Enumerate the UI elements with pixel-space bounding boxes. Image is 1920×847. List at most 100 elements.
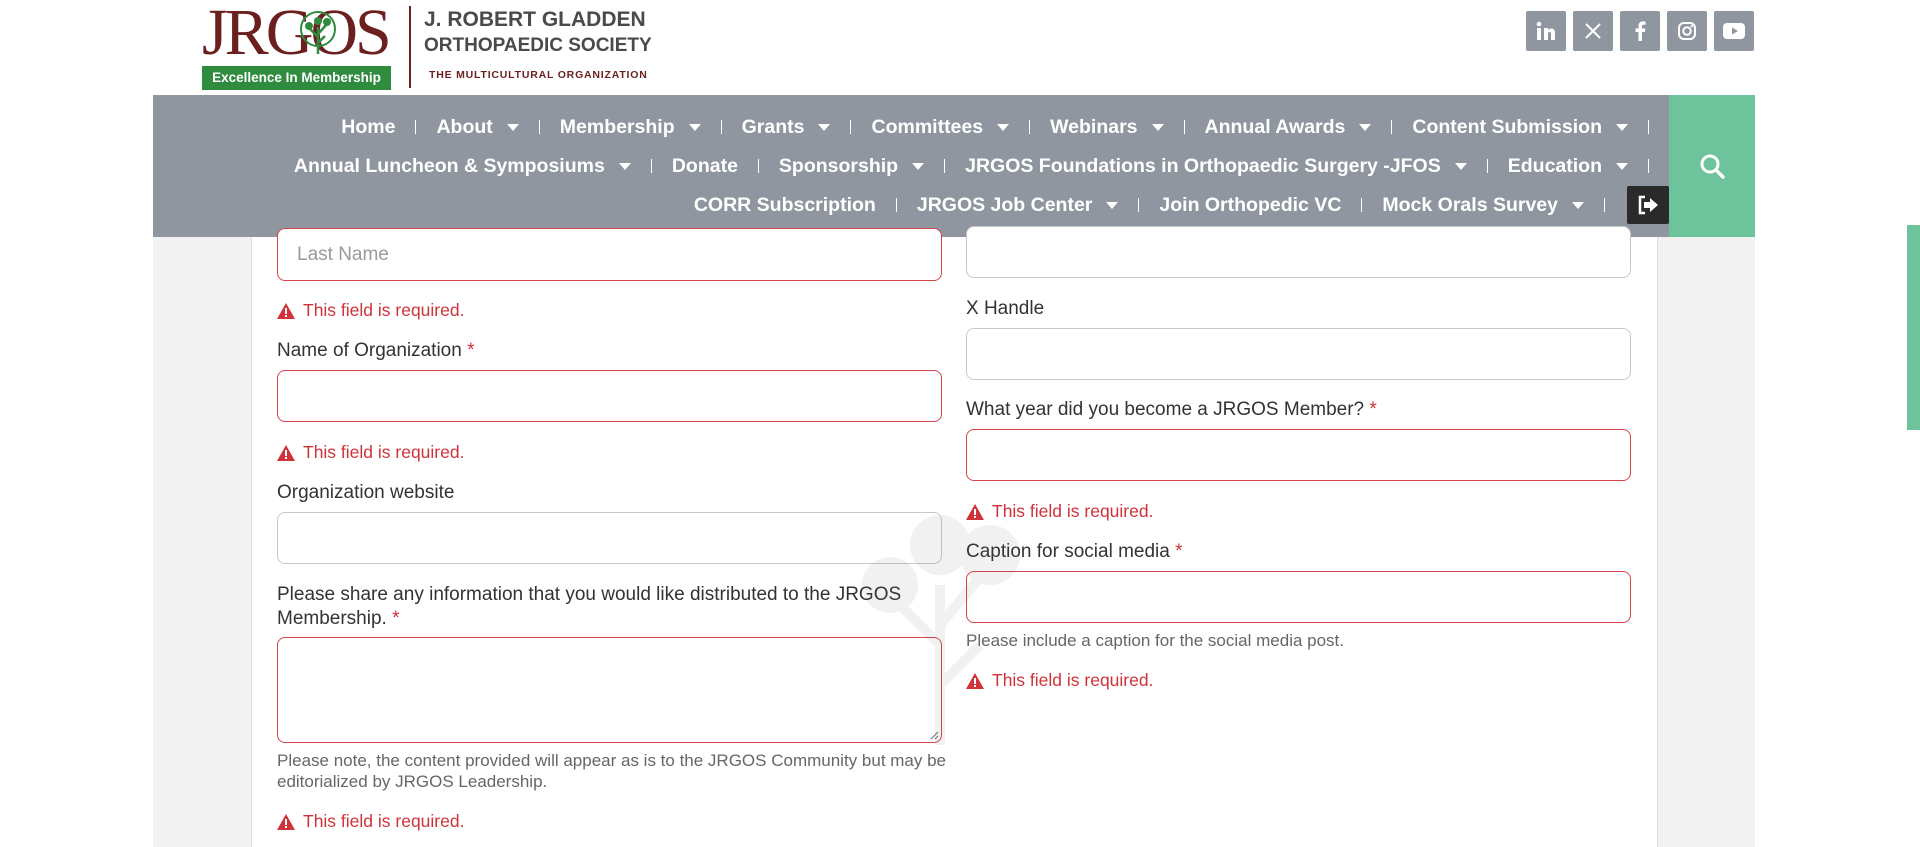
sign-out-icon [1638, 195, 1658, 215]
tree-icon [300, 11, 336, 54]
chevron-down-icon[interactable] [618, 162, 631, 170]
chevron-down-icon[interactable] [1572, 201, 1584, 209]
error-text: This field is required. [303, 811, 465, 831]
x-handle-input[interactable] [966, 328, 1631, 380]
nav-separator [1029, 120, 1031, 134]
org-website-input[interactable] [277, 512, 942, 564]
chevron-down-icon[interactable] [997, 123, 1010, 131]
nav-item-label: Mock Orals Survey [1382, 193, 1558, 216]
org-website-label: Organization website [277, 482, 455, 503]
search-icon [1700, 154, 1725, 179]
search-button[interactable] [1669, 95, 1755, 237]
chevron-down-icon[interactable] [1359, 123, 1372, 131]
linkedin-link[interactable] [1526, 11, 1566, 51]
member-year-label-text: What year did you become a JRGOS Member? [966, 399, 1365, 420]
nav-item-label: Grants [741, 115, 805, 138]
x-handle-label: X Handle [966, 298, 1045, 319]
main-navigation: Home About Membership Grants Committees Webin… [153, 95, 1669, 237]
required-marker: * [1175, 541, 1183, 562]
share-info-label-text: Please share any information that you wo… [277, 584, 902, 629]
nav-separator [1183, 120, 1185, 134]
nav-item-about[interactable]: About [436, 115, 519, 139]
required-marker: * [392, 608, 400, 629]
nav-item-donate[interactable]: Donate [672, 155, 738, 178]
nav-item-label: JRGOS Foundations in Orthopaedic Surgery… [965, 154, 1441, 177]
nav-item-grants[interactable]: Grants [742, 116, 831, 139]
share-info-label: Please share any information that you wo… [277, 583, 942, 631]
chevron-down-icon[interactable] [1106, 201, 1119, 209]
instagram-link[interactable] [1667, 11, 1707, 51]
nav-separator [1391, 120, 1393, 134]
nav-item-jrgos-foundations-in-orthopaedic-surgery-jfos[interactable]: JRGOS Foundations in Orthopaedic Surgery… [965, 155, 1467, 178]
nav-item-committees[interactable]: Committees [871, 115, 1010, 139]
nav-separator [757, 159, 759, 173]
nav-separator [650, 159, 652, 173]
org-tagline: THE MULTICULTURAL ORGANIZATION [429, 69, 648, 81]
x-link[interactable] [1573, 11, 1613, 51]
nav-separator [1648, 120, 1649, 134]
share-info-hint: Please note, the content provided will a… [277, 751, 947, 791]
share-info-textarea[interactable] [277, 637, 942, 743]
facebook-icon [1635, 21, 1646, 41]
nav-item-home[interactable]: Home [341, 116, 395, 139]
chevron-down-icon[interactable] [688, 123, 701, 131]
nav-item-education[interactable]: Education [1508, 155, 1628, 178]
nav-separator [720, 120, 722, 134]
required-marker: * [467, 340, 475, 361]
page-scrollbar[interactable] [1907, 225, 1920, 430]
nav-item-label: Webinars [1050, 115, 1138, 138]
org-name-line1: J. ROBERT GLADDEN [424, 8, 646, 31]
error-text: This field is required. [303, 300, 465, 320]
chevron-down-icon[interactable] [1616, 162, 1628, 170]
nav-separator [944, 159, 946, 173]
warning-icon [277, 302, 295, 319]
chevron-down-icon[interactable] [818, 123, 831, 131]
nav-item-label: JRGOS Job Center [916, 193, 1093, 216]
chevron-down-icon[interactable] [912, 162, 925, 170]
nav-item-join-orthopedic-vc[interactable]: Join Orthopedic VC [1159, 194, 1341, 217]
member-year-label: What year did you become a JRGOS Member?… [966, 399, 1377, 421]
linkedin-icon [1536, 21, 1555, 40]
caption-input[interactable] [966, 571, 1631, 623]
x-icon [1585, 23, 1601, 39]
nav-item-label: About [436, 115, 493, 138]
share-info-error: This field is required. [277, 811, 464, 832]
org-name-input[interactable] [277, 370, 942, 422]
nav-separator [1648, 159, 1649, 173]
nav-separator [1486, 159, 1488, 173]
nav-item-membership[interactable]: Membership [560, 116, 701, 139]
jrgos-logo[interactable]: JRGOS Excellence In Membership [202, 0, 402, 90]
facebook-link[interactable] [1620, 11, 1660, 51]
youtube-link[interactable] [1714, 11, 1754, 51]
nav-item-label: Committees [871, 115, 984, 138]
nav-row: CORR Subscription JRGOS Job Center Join Or… [153, 186, 1683, 224]
nav-item-label: Annual Awards [1204, 115, 1346, 138]
nav-item-annual-luncheon-symposiums[interactable]: Annual Luncheon & Symposiums [294, 155, 631, 178]
nav-item-corr-subscription[interactable]: CORR Subscription [694, 194, 876, 217]
last-name-error: This field is required. [277, 300, 464, 321]
member-year-input[interactable] [966, 429, 1631, 481]
nav-item-sponsorship[interactable]: Sponsorship [779, 155, 925, 178]
chevron-down-icon[interactable] [1151, 123, 1164, 131]
nav-item-webinars[interactable]: Webinars [1050, 115, 1164, 139]
logo-tagline-badge: Excellence In Membership [202, 66, 391, 90]
chevron-down-icon[interactable] [1616, 123, 1628, 131]
logout-button[interactable] [1627, 186, 1669, 224]
org-name-label-text: Name of Organization [277, 340, 462, 361]
nav-item-jrgos-job-center[interactable]: JRGOS Job Center [917, 194, 1119, 217]
instagram-icon [1678, 22, 1696, 40]
nav-separator [1361, 198, 1363, 212]
previous-field-input[interactable] [966, 226, 1631, 278]
nav-separator [850, 120, 852, 134]
warning-icon [277, 444, 295, 461]
nav-item-annual-awards[interactable]: Annual Awards [1205, 116, 1372, 139]
chevron-down-icon[interactable] [1454, 162, 1467, 170]
org-name-line2: ORTHOPAEDIC SOCIETY [424, 35, 652, 56]
last-name-input[interactable]: Last Name [277, 228, 942, 281]
nav-item-mock-orals-survey[interactable]: Mock Orals Survey [1382, 194, 1584, 217]
nav-separator [415, 120, 417, 134]
chevron-down-icon[interactable] [506, 123, 519, 131]
nav-item-content-submission[interactable]: Content Submission [1412, 116, 1628, 139]
nav-item-label: Donate [671, 154, 738, 177]
nav-item-label: Education [1507, 154, 1602, 177]
